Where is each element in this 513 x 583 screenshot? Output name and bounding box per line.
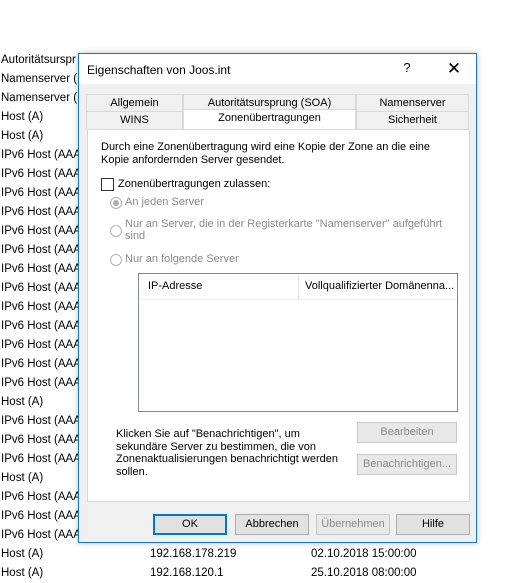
record-type: Host (A) [1, 548, 44, 560]
record-type: IPv6 Host (AAA [1, 415, 81, 427]
record-type: IPv6 Host (AAA [1, 282, 81, 294]
record-type: IPv6 Host (AAA [1, 377, 81, 389]
notify-note: Klicken Sie auf "Benachrichtigen", um se… [116, 428, 338, 478]
record-type: Host (A) [1, 130, 44, 142]
record-type: IPv6 Host (AAA [1, 225, 81, 237]
record-type: IPv6 Host (AAA [1, 263, 81, 275]
record-ip: 192.168.178.219 [150, 548, 237, 560]
tab-wins[interactable]: WINS [86, 111, 183, 129]
record-timestamp: 02.10.2018 15:00:00 [311, 548, 417, 560]
record-type: IPv6 Host (AAA [1, 339, 81, 351]
record-type: IPv6 Host (AAA [1, 187, 81, 199]
column-ip-address[interactable]: IP-Adresse [148, 280, 202, 292]
record-type: Namenserver ( [1, 92, 78, 104]
record-type: IPv6 Host (AAA [1, 453, 81, 465]
record-type: Host (A) [1, 111, 44, 123]
allow-transfers-checkbox[interactable] [101, 178, 114, 191]
close-icon[interactable]: ✕ [442, 57, 466, 81]
tab-allgemein[interactable]: Allgemein [86, 94, 183, 111]
server-list-header: IP-Adresse Vollqualifizierter Domänenna.… [139, 274, 457, 300]
record-type: IPv6 Host (AAA [1, 320, 81, 332]
transfer-description: Durch eine Zonenübertragung wird eine Ko… [101, 141, 430, 166]
record-type: IPv6 Host (AAA [1, 301, 81, 313]
zone-properties-dialog: Eigenschaften von Joos.int ? ✕ Allgemein… [78, 53, 477, 543]
dialog-titlebar: Eigenschaften von Joos.int ? ✕ [79, 54, 476, 84]
record-row[interactable]: Host (A) 192.168.178.219 02.10.2018 15:00:… [0, 545, 513, 564]
ok-button[interactable]: OK [153, 514, 227, 535]
record-type: Autoritätsurspr [1, 54, 76, 66]
record-type: IPv6 Host (AAA [1, 510, 81, 522]
radio-nameservers-button[interactable] [110, 225, 122, 237]
radio-any-server-label: An jeden Server [125, 196, 204, 208]
tab-zonenuebertragungen[interactable]: Zonenübertragungen [183, 109, 356, 129]
column-fqdn[interactable]: Vollqualifizierter Domänenna... [305, 280, 454, 292]
zone-transfer-panel: Durch eine Zonenübertragung wird eine Ko… [87, 129, 470, 502]
help-button[interactable]: Hilfe [396, 514, 470, 535]
record-type: IPv6 Host (AAA [1, 529, 81, 541]
record-type: Namenserver ( [1, 73, 78, 85]
radio-nameservers-label: Nur an Server, die in der Registerkarte … [125, 218, 443, 242]
record-type: IPv6 Host (AAA [1, 168, 81, 180]
allow-transfers-label: Zonenübertragungen zulassen: [118, 178, 271, 190]
apply-button[interactable]: Übernehmen [316, 514, 390, 535]
tab-sicherheit[interactable]: Sicherheit [356, 111, 469, 129]
radio-following-label: Nur an folgende Server [125, 253, 239, 265]
radio-following-button[interactable] [110, 254, 122, 266]
help-question-icon[interactable]: ? [397, 60, 417, 78]
record-type: IPv6 Host (AAA [1, 491, 81, 503]
record-type: IPv6 Host (AAA [1, 244, 81, 256]
record-type: IPv6 Host (AAA [1, 206, 81, 218]
radio-any-server-button[interactable] [110, 197, 122, 209]
column-separator[interactable] [298, 274, 299, 299]
record-type: IPv6 Host (AAA [1, 358, 81, 370]
record-type: IPv6 Host (AAA [1, 149, 81, 161]
cancel-button[interactable]: Abbrechen [235, 514, 309, 535]
edit-button[interactable]: Bearbeiten [357, 422, 457, 443]
server-list[interactable]: IP-Adresse Vollqualifizierter Domänenna.… [138, 273, 458, 412]
notify-button[interactable]: Benachrichtigen... [357, 454, 457, 475]
dialog-title: Eigenschaften von Joos.int [87, 63, 231, 77]
record-type: Host (A) [1, 472, 44, 484]
record-type: IPv6 Host (AAA [1, 434, 81, 446]
tab-namenserver[interactable]: Namenserver [356, 94, 469, 111]
record-type: Host (A) [1, 396, 44, 408]
